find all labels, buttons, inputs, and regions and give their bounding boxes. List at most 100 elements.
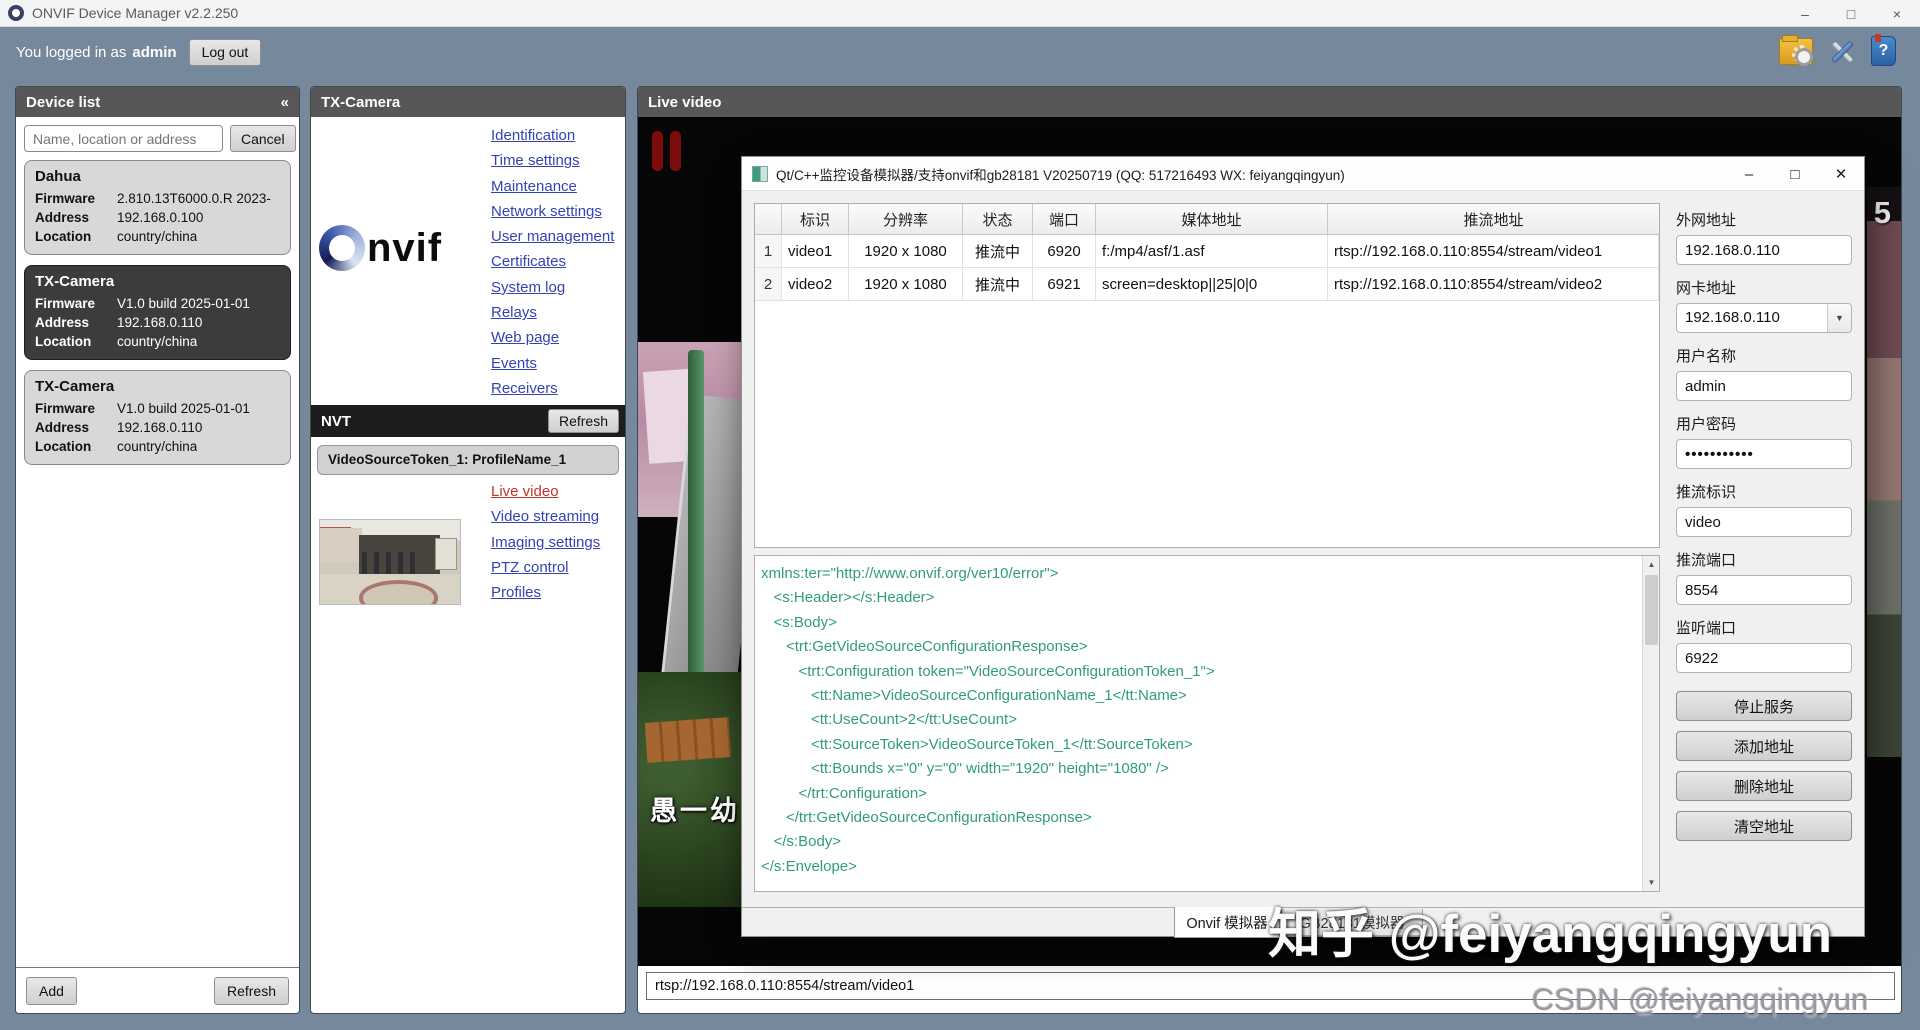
address-label: Address <box>35 208 117 227</box>
video-overlay-number: 5 <box>1874 195 1891 231</box>
xml-line: </trt:Configuration> <box>761 782 1642 806</box>
onvif-ring-icon <box>319 225 365 271</box>
dialog-close-icon[interactable]: ✕ <box>1818 157 1864 191</box>
logged-in-username: admin <box>132 44 176 61</box>
xml-content: xmlns:ter="http://www.onvif.org/ver10/er… <box>755 556 1642 891</box>
device-card-tx-camera-2[interactable]: TX-Camera FirmwareV1.0 build 2025-01-01 … <box>24 370 291 465</box>
col-port[interactable]: 端口 <box>1033 204 1096 234</box>
link-identification[interactable]: Identification <box>491 123 614 148</box>
video-source-profile[interactable]: VideoSourceToken_1: ProfileName_1 <box>317 445 619 475</box>
scrollbar-thumb[interactable] <box>1645 575 1658 645</box>
link-receivers[interactable]: Receivers <box>491 376 614 401</box>
chevron-down-icon[interactable]: ▼ <box>1827 304 1851 332</box>
stream-url-input[interactable] <box>646 972 1895 1000</box>
link-user-management[interactable]: User management <box>491 224 614 249</box>
col-media-address[interactable]: 媒体地址 <box>1096 204 1328 234</box>
xml-line: </s:Body> <box>761 830 1642 854</box>
add-address-button[interactable]: 添加地址 <box>1676 731 1852 761</box>
device-firmware-row: FirmwareV1.0 build 2025-01-01 <box>35 294 280 313</box>
cancel-button[interactable]: Cancel <box>230 125 296 152</box>
delete-address-button[interactable]: 删除地址 <box>1676 771 1852 801</box>
minimize-icon[interactable]: – <box>1782 0 1828 27</box>
device-address-row: Address192.168.0.110 <box>35 418 280 437</box>
tab-onvif-simulator[interactable]: Onvif 模拟器 <box>1174 907 1280 938</box>
col-stream-address[interactable]: 推流地址 <box>1328 204 1659 234</box>
device-name: TX-Camera <box>35 273 280 290</box>
clear-address-button[interactable]: 清空地址 <box>1676 811 1852 841</box>
dialog-minimize-icon[interactable]: – <box>1726 157 1772 191</box>
camera-panel-header: TX-Camera <box>311 87 625 117</box>
table-row[interactable]: 2 video2 1920 x 1080 推流中 6921 screen=des… <box>755 268 1659 301</box>
camera-panel-title: TX-Camera <box>321 94 400 111</box>
dialog-titlebar[interactable]: Qt/C++监控设备模拟器/支持onvif和gb28181 V20250719 … <box>742 157 1864 191</box>
link-ptz-control[interactable]: PTZ control <box>491 555 600 580</box>
stream-port-input[interactable] <box>1676 575 1852 605</box>
device-firmware-row: FirmwareV1.0 build 2025-01-01 <box>35 399 280 418</box>
col-status[interactable]: 状态 <box>963 204 1033 234</box>
row-number: 2 <box>755 268 782 301</box>
cell-media-address: screen=desktop||25|0|0 <box>1096 268 1328 301</box>
address-label: Address <box>35 313 117 332</box>
dialog-maximize-icon[interactable]: □ <box>1772 157 1818 191</box>
logout-button[interactable]: Log out <box>189 39 262 66</box>
username-input[interactable] <box>1676 371 1852 401</box>
stop-service-button[interactable]: 停止服务 <box>1676 691 1852 721</box>
xml-log-box[interactable]: xmlns:ter="http://www.onvif.org/ver10/er… <box>754 555 1660 892</box>
tools-icon[interactable] <box>1827 36 1857 66</box>
maximize-icon[interactable]: □ <box>1828 0 1874 27</box>
link-relays[interactable]: Relays <box>491 300 614 325</box>
device-firmware-row: Firmware2.810.13T6000.0.R 2023- <box>35 189 280 208</box>
link-time-settings[interactable]: Time settings <box>491 148 614 173</box>
nic-address-select[interactable]: 192.168.0.110 ▼ <box>1676 303 1852 333</box>
link-live-video[interactable]: Live video <box>491 479 600 504</box>
link-video-streaming[interactable]: Video streaming <box>491 504 600 529</box>
stream-id-input[interactable] <box>1676 507 1852 537</box>
link-network-settings[interactable]: Network settings <box>491 199 614 224</box>
device-card-dahua[interactable]: Dahua Firmware2.810.13T6000.0.R 2023- Ad… <box>24 160 291 255</box>
link-imaging-settings[interactable]: Imaging settings <box>491 530 600 555</box>
manage-settings-icon[interactable] <box>1779 38 1813 65</box>
add-device-button[interactable]: Add <box>26 977 77 1005</box>
logged-in-text: You logged in as <box>16 44 126 61</box>
password-input[interactable] <box>1676 439 1852 469</box>
xml-line: <tt:Bounds x="0" y="0" width="1920" heig… <box>761 757 1642 781</box>
onvif-logo-text: nvif <box>367 226 442 271</box>
link-maintenance[interactable]: Maintenance <box>491 174 614 199</box>
gear-icon <box>1792 45 1810 63</box>
device-location-row: Locationcountry/china <box>35 332 280 351</box>
username-label: 用户名称 <box>1676 345 1852 367</box>
location-value: country/china <box>117 332 197 351</box>
help-icon[interactable]: ? <box>1871 36 1896 66</box>
nvt-header: NVT Refresh <box>311 405 625 437</box>
link-web-page[interactable]: Web page <box>491 325 614 350</box>
link-certificates[interactable]: Certificates <box>491 249 614 274</box>
live-thumbnail[interactable] <box>319 519 461 605</box>
listen-port-input[interactable] <box>1676 643 1852 673</box>
cell-media-address: f:/mp4/asf/1.asf <box>1096 235 1328 268</box>
scroll-down-icon[interactable]: ▼ <box>1643 874 1660 891</box>
link-profiles[interactable]: Profiles <box>491 580 600 605</box>
col-id[interactable]: 标识 <box>782 204 849 234</box>
link-system-log[interactable]: System log <box>491 275 614 300</box>
firmware-label: Firmware <box>35 189 117 208</box>
onvif-ring-inner <box>329 235 355 261</box>
pause-icon[interactable] <box>652 131 681 171</box>
scroll-up-icon[interactable]: ▲ <box>1643 556 1660 573</box>
col-resolution[interactable]: 分辨率 <box>849 204 963 234</box>
wan-address-input[interactable] <box>1676 235 1852 265</box>
nvt-refresh-button[interactable]: Refresh <box>548 409 619 433</box>
link-events[interactable]: Events <box>491 351 614 376</box>
device-name: Dahua <box>35 168 280 185</box>
device-card-tx-camera-selected[interactable]: TX-Camera FirmwareV1.0 build 2025-01-01 … <box>24 265 291 360</box>
xml-line: <trt:Configuration token="VideoSourceCon… <box>761 660 1642 684</box>
close-icon[interactable]: × <box>1874 0 1920 27</box>
collapse-icon[interactable]: « <box>281 94 289 111</box>
thumb-building <box>320 528 362 562</box>
app-logo-icon <box>8 5 24 21</box>
tab-gb28181-simulator[interactable]: GB28181模拟器 <box>1281 909 1423 936</box>
scrollbar[interactable]: ▲ ▼ <box>1642 556 1659 891</box>
table-row[interactable]: 1 video1 1920 x 1080 推流中 6920 f:/mp4/asf… <box>755 235 1659 268</box>
device-search-input[interactable] <box>24 125 223 152</box>
cell-port: 6921 <box>1033 268 1096 301</box>
refresh-devices-button[interactable]: Refresh <box>214 977 289 1005</box>
